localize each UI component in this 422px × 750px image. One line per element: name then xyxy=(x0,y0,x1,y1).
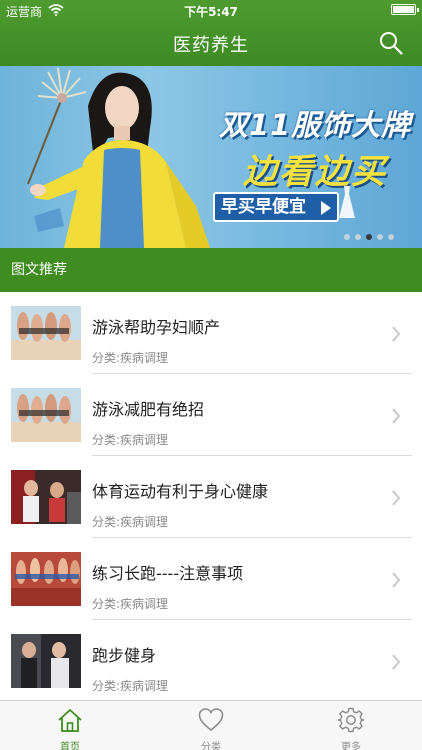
banner-cta-button[interactable]: 早买早便宜 xyxy=(213,192,339,222)
article-category: 分类:疾病调理 xyxy=(92,351,169,365)
dress-icon xyxy=(339,186,355,218)
article-thumbnail xyxy=(11,388,81,442)
app-header: 运营商 下午5:47 医药养生 xyxy=(0,0,422,66)
banner-cta-label: 早买早便宜 xyxy=(221,197,306,217)
tab-more[interactable]: 更多 xyxy=(281,701,421,750)
tab-home-label: 首页 xyxy=(60,742,80,750)
promo-banner[interactable]: 双11服饰大牌 边看边买 早买早便宜 xyxy=(0,66,422,248)
chevron-right-icon xyxy=(392,490,401,506)
article-thumbnail xyxy=(11,470,81,524)
article-category: 分类:疾病调理 xyxy=(92,679,169,693)
tab-bar: 首页 分类 更多 xyxy=(0,700,422,750)
tab-category[interactable]: 分类 xyxy=(141,701,281,750)
home-icon xyxy=(58,709,82,732)
search-icon[interactable] xyxy=(378,30,404,56)
heart-icon xyxy=(198,708,224,732)
list-item[interactable]: 体育运动有利于身心健康 分类:疾病调理 xyxy=(0,456,422,538)
battery-icon xyxy=(391,4,419,15)
tab-more-label: 更多 xyxy=(341,742,361,750)
article-thumbnail xyxy=(11,634,81,688)
chevron-right-icon xyxy=(392,326,401,342)
article-category: 分类:疾病调理 xyxy=(92,515,169,529)
page-dot[interactable] xyxy=(388,234,394,240)
page-dot[interactable] xyxy=(355,234,361,240)
page-title: 医药养生 xyxy=(173,35,249,56)
tab-category-label: 分类 xyxy=(201,742,221,750)
page-dot[interactable] xyxy=(344,234,350,240)
article-category: 分类:疾病调理 xyxy=(92,433,169,447)
article-title: 游泳减肥有绝招 xyxy=(92,400,205,419)
gear-icon xyxy=(338,707,364,733)
section-title: 图文推荐 xyxy=(11,262,67,278)
list-item[interactable]: 游泳帮助孕妇顺产 分类:疾病调理 xyxy=(0,292,422,374)
list-item[interactable]: 游泳减肥有绝招 分类:疾病调理 xyxy=(0,374,422,456)
article-title: 跑步健身 xyxy=(92,646,157,665)
article-title: 体育运动有利于身心健康 xyxy=(92,482,269,501)
status-bar: 运营商 下午5:47 xyxy=(0,0,422,22)
article-title: 练习长跑----注意事项 xyxy=(92,564,244,583)
article-category: 分类:疾病调理 xyxy=(92,597,169,611)
chevron-right-icon xyxy=(392,654,401,670)
section-header: 图文推荐 xyxy=(0,248,422,292)
page-dot[interactable] xyxy=(366,234,372,240)
article-thumbnail xyxy=(11,306,81,360)
status-time: 下午5:47 xyxy=(184,5,238,19)
list-item[interactable]: 练习长跑----注意事项 分类:疾病调理 xyxy=(0,538,422,620)
chevron-right-icon xyxy=(392,408,401,424)
article-thumbnail xyxy=(11,552,81,606)
banner-subhead: 边看边买 xyxy=(243,152,387,192)
list-item[interactable]: 跑步健身 分类:疾病调理 xyxy=(0,620,422,702)
tab-home[interactable]: 首页 xyxy=(0,701,140,750)
page-dot[interactable] xyxy=(377,234,383,240)
chevron-right-icon xyxy=(392,572,401,588)
article-title: 游泳帮助孕妇顺产 xyxy=(92,318,221,337)
banner-model-illustration xyxy=(27,67,210,248)
banner-page-indicator[interactable] xyxy=(344,234,404,242)
banner-headline: 双11服饰大牌 xyxy=(218,108,412,142)
play-arrow-icon xyxy=(321,201,331,215)
